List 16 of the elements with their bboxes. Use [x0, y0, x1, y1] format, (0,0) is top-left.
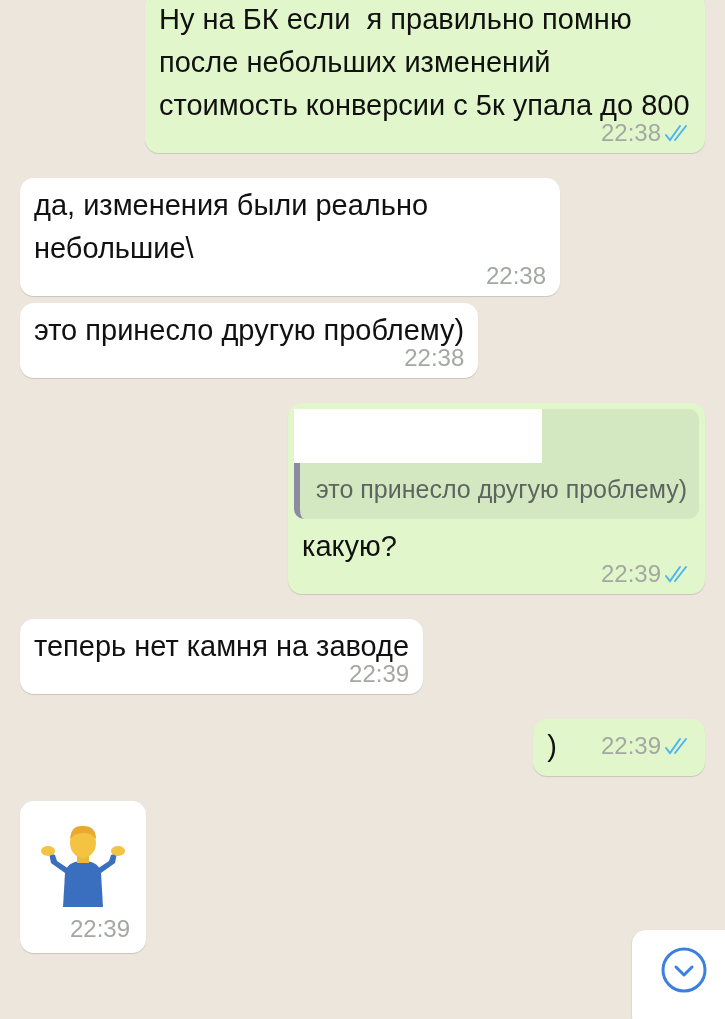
message-text: да, изменения были реально небольшие\ — [34, 188, 430, 266]
quoted-text: это принесло другую проблему) — [315, 474, 687, 505]
message-text: теперь нет камня на заводе — [34, 628, 410, 664]
message-time: 22:39 — [600, 734, 661, 758]
message-text: какую? — [302, 528, 398, 564]
message-time: 22:38 — [600, 121, 661, 145]
chevron-down-icon — [660, 946, 708, 994]
message-text: Ну на БК если я правильно помню после небольших изменений стоимость конверсии с 5к упала до 800 — [159, 2, 691, 123]
message-time: 22:39 — [349, 661, 410, 686]
message-time: 22:38 — [485, 264, 546, 288]
message-time: 22:38 — [404, 346, 465, 370]
message-time: 22:39 — [600, 561, 661, 586]
message-time: 22:39 — [69, 916, 130, 941]
message-text: это принесло другую проблему) — [34, 313, 465, 348]
scroll-down-button[interactable] — [632, 930, 725, 1019]
message-text: ) — [547, 728, 557, 764]
